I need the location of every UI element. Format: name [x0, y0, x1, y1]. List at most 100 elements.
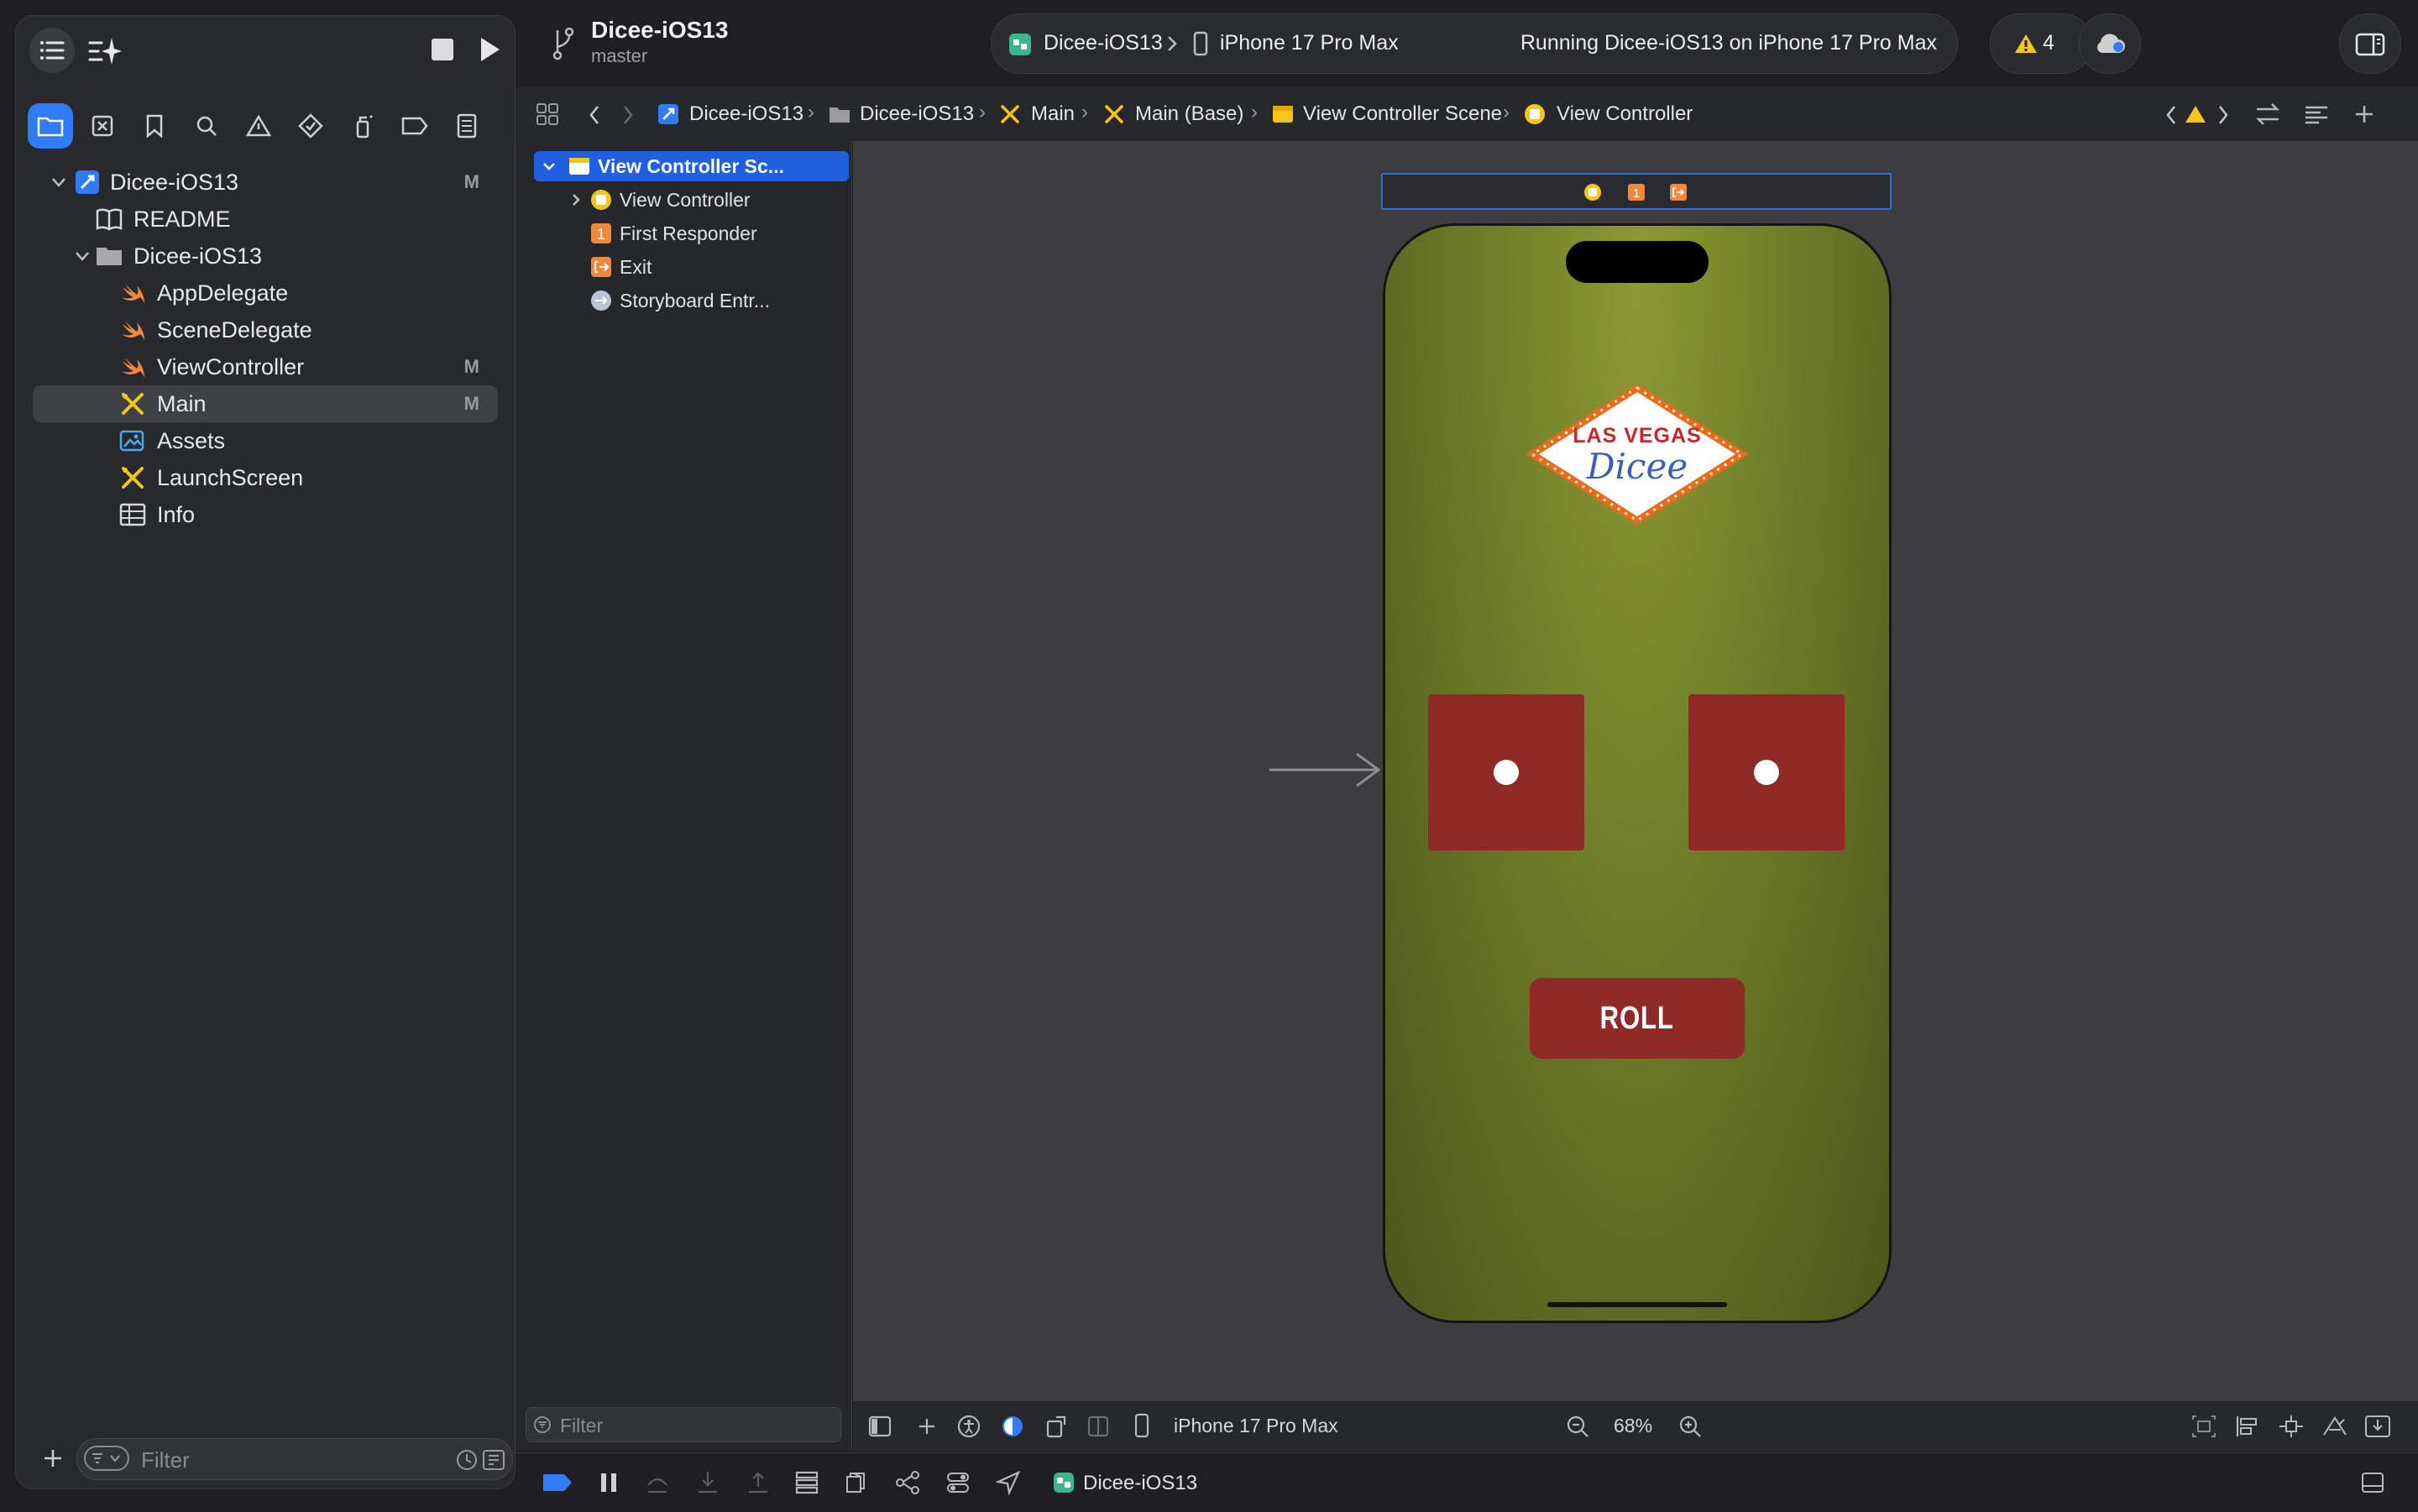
chevron-right-icon: › — [1081, 101, 1088, 123]
tree-item-label: Info — [157, 501, 196, 527]
device-config[interactable]: iPhone 17 Pro Max — [1174, 1415, 1338, 1437]
warning-count: 4 — [2043, 31, 2054, 55]
jump-item[interactable]: View Controller — [1557, 102, 1693, 126]
tree-item-info[interactable]: Info — [33, 496, 498, 533]
tree-item-project[interactable]: Dicee-iOS13 M — [33, 164, 498, 201]
step-into-icon[interactable] — [695, 1470, 720, 1495]
step-over-icon[interactable] — [645, 1470, 670, 1495]
scene-icon — [569, 158, 589, 175]
next-issue-icon[interactable] — [2216, 104, 2230, 126]
plus-icon[interactable] — [915, 1415, 939, 1438]
table-icon — [119, 503, 146, 526]
outline-label: Storyboard Entr... — [620, 289, 770, 311]
outline-item-scene[interactable]: View Controller Sc... — [534, 151, 849, 181]
tree-item-scenedelegate[interactable]: SceneDelegate — [33, 311, 498, 348]
modified-badge: M — [463, 171, 479, 192]
align-icon[interactable] — [2235, 1415, 2260, 1438]
warning-triangle-icon — [246, 114, 271, 137]
navigator-toggle-button[interactable] — [29, 28, 75, 73]
zoom-level[interactable]: 68% — [1614, 1415, 1652, 1437]
add-constraints-icon[interactable] — [2279, 1415, 2304, 1438]
pause-icon[interactable] — [598, 1470, 620, 1495]
tab-project-navigator[interactable] — [28, 103, 73, 149]
scene-dock[interactable]: 1 — [1381, 173, 1892, 210]
outline-item-first-responder[interactable]: 1 First Responder — [532, 218, 847, 249]
jump-item[interactable]: Dicee-iOS13 — [689, 102, 803, 126]
breakpoints-toggle-icon[interactable] — [541, 1472, 574, 1494]
warnings-button[interactable]: 4 — [1990, 13, 2092, 74]
back-chevron-icon[interactable] — [588, 104, 601, 126]
jump-item[interactable]: Main (Base) — [1135, 102, 1243, 126]
resolve-issues-icon[interactable] — [2322, 1415, 2347, 1438]
tab-bookmarks[interactable] — [132, 103, 177, 149]
navigator-filter-field[interactable]: Filter — [76, 1438, 513, 1480]
tree-item-main[interactable]: Main M — [33, 385, 498, 422]
related-items-icon[interactable] — [2255, 102, 2280, 126]
run-destination[interactable]: iPhone 17 Pro Max — [1220, 31, 1399, 55]
svg-text:1: 1 — [597, 226, 605, 243]
simulate-location-icon[interactable] — [996, 1470, 1021, 1495]
project-navigator: Dicee-iOS13 M README Dicee-iOS13 AppDele… — [15, 15, 516, 1489]
step-out-icon[interactable] — [746, 1470, 771, 1495]
tab-source-control[interactable] — [80, 103, 125, 149]
activity-view[interactable]: Dicee-iOS13 iPhone 17 Pro Max Running Di… — [991, 13, 1958, 74]
first-responder-icon[interactable]: 1 — [1626, 182, 1646, 202]
view-hierarchy-icon[interactable] — [794, 1470, 819, 1495]
tab-find[interactable] — [184, 103, 229, 149]
play-icon — [481, 38, 500, 61]
memory-graph-icon[interactable] — [895, 1470, 920, 1495]
stop-button[interactable] — [426, 33, 459, 66]
tree-item-launchscreen[interactable]: LaunchScreen — [33, 459, 498, 496]
roll-button[interactable]: ROLL — [1530, 978, 1745, 1059]
home-indicator — [1547, 1302, 1727, 1307]
forward-chevron-icon[interactable] — [621, 104, 635, 126]
tab-reports[interactable] — [444, 103, 489, 149]
console-toggle-icon[interactable] — [2361, 1472, 2384, 1494]
update-frames-icon[interactable] — [2191, 1415, 2216, 1438]
chevron-right-icon: › — [979, 101, 986, 123]
environment-overrides-icon[interactable] — [945, 1470, 971, 1495]
orientation-icon[interactable] — [1044, 1415, 1068, 1438]
tab-issues[interactable] — [236, 103, 281, 149]
entry-point-arrow[interactable] — [1268, 749, 1382, 791]
scheme-name[interactable]: Dicee-iOS13 — [1044, 31, 1163, 55]
app-icon — [1009, 34, 1031, 55]
cloud-button[interactable] — [2079, 13, 2141, 74]
debug-view-icon[interactable] — [845, 1470, 870, 1495]
zoom-in-icon[interactable] — [1677, 1414, 1703, 1439]
outline-item-storyboard-entry[interactable]: Storyboard Entr... — [532, 285, 847, 316]
tree-item-viewcontroller[interactable]: ViewController M — [33, 348, 498, 385]
tab-breakpoints[interactable] — [392, 103, 437, 149]
view-controller-icon[interactable] — [1583, 182, 1603, 202]
grid-icon[interactable] — [536, 102, 559, 126]
chevron-down-icon — [52, 178, 65, 187]
accessibility-icon[interactable] — [957, 1415, 981, 1438]
zoom-out-icon[interactable] — [1565, 1414, 1590, 1439]
tree-item-readme[interactable]: README — [33, 201, 498, 238]
editor-options-icon[interactable] — [2304, 104, 2329, 126]
appearance-icon[interactable] — [1001, 1415, 1024, 1438]
intelligence-button[interactable] — [86, 34, 123, 68]
inspector-toggle-button[interactable] — [2339, 13, 2401, 74]
split-view-icon[interactable] — [1086, 1415, 1110, 1438]
run-button[interactable] — [473, 33, 506, 66]
outline-item-view-controller[interactable]: View Controller — [532, 185, 847, 215]
tree-item-label: Dicee-iOS13 — [133, 243, 263, 269]
tree-item-group[interactable]: Dicee-iOS13 — [33, 238, 498, 275]
embed-in-icon[interactable] — [2364, 1413, 2391, 1438]
tree-item-assets[interactable]: Assets — [33, 422, 498, 459]
jump-item[interactable]: Dicee-iOS13 — [860, 102, 974, 126]
jump-item[interactable]: View Controller Scene — [1303, 102, 1502, 126]
exit-icon[interactable] — [1668, 182, 1688, 202]
outline-toggle-icon[interactable] — [868, 1415, 892, 1438]
tab-debug[interactable] — [340, 103, 385, 149]
jump-item[interactable]: Main — [1031, 102, 1075, 126]
prev-issue-icon[interactable] — [2164, 104, 2178, 126]
outline-item-exit[interactable]: Exit — [532, 252, 847, 282]
tree-item-appdelegate[interactable]: AppDelegate — [33, 275, 498, 311]
add-editor-icon[interactable] — [2353, 102, 2376, 126]
outline-filter-field[interactable]: Filter — [526, 1407, 841, 1442]
dice-pip — [1754, 760, 1779, 785]
tab-tests[interactable] — [288, 103, 333, 149]
add-file-button[interactable] — [38, 1443, 68, 1473]
